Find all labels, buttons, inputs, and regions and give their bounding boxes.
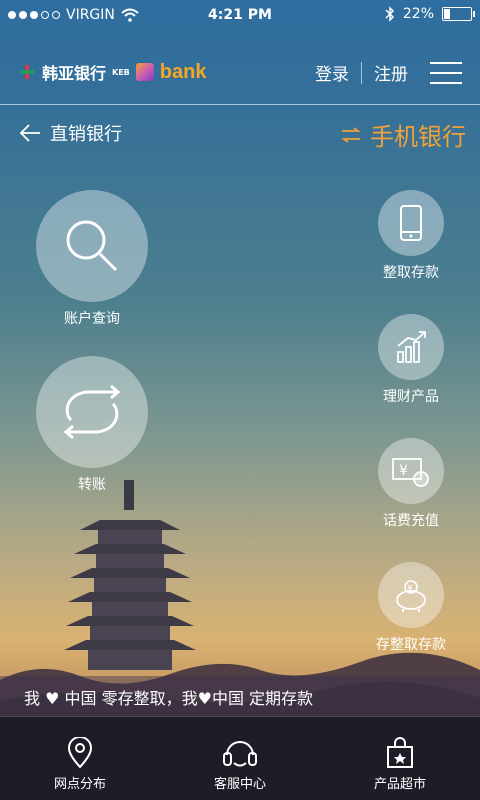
tab-product-market[interactable]: 产品超市 (320, 717, 480, 800)
bluetooth-icon (385, 6, 394, 22)
tab-customer-service[interactable]: 客服中心 (160, 717, 320, 800)
side-action-label: 整取存款 (383, 265, 439, 281)
back-arrow-icon (19, 124, 40, 142)
side-action-button[interactable]: ¥ 话费充值 (366, 438, 456, 530)
side-action-label: 话费充值 (383, 513, 439, 529)
switch-mobile-bank[interactable]: 手机银行 (340, 117, 466, 152)
side-action-circle: ¥ (378, 562, 444, 628)
back-button[interactable]: 直销银行 (18, 120, 122, 146)
side-action-circle: ¥ (378, 438, 444, 504)
brand-name-en: bank (159, 60, 207, 83)
back-label: 直销银行 (50, 124, 122, 145)
location-pin-icon (67, 737, 93, 769)
brand-sub: KEB (112, 67, 130, 77)
status-right: 22% (385, 6, 475, 22)
status-bar: VIRGIN 4:21 PM 22% (0, 0, 480, 32)
side-action-button[interactable]: 整取存款 (366, 190, 456, 282)
switch-label: 手机银行 (370, 123, 466, 151)
transfer-button[interactable]: 转账 (36, 356, 148, 494)
transfer-circle (36, 356, 148, 468)
swap-arrows-icon (341, 126, 361, 143)
side-action-button[interactable]: 理财产品 (366, 314, 456, 406)
header-separator (361, 61, 362, 84)
growth-chart-icon (397, 331, 426, 363)
header-actions: 登录 注册 (315, 60, 462, 85)
shopping-bag-icon (387, 737, 413, 768)
piggy-bank-icon: ¥ (396, 580, 426, 612)
svg-text:¥: ¥ (407, 584, 413, 594)
bottom-tab-bar: 网点分布 客服中心 产品超市 (0, 716, 480, 800)
side-action-circle (378, 314, 444, 380)
brand-mark-icon (19, 64, 35, 80)
tab-label: 客服中心 (213, 777, 266, 792)
account-query-button[interactable]: 账户查询 (36, 190, 148, 328)
brand-name-cn: 韩亚银行 (42, 64, 107, 83)
side-action-circle (378, 190, 444, 256)
search-icon (66, 220, 118, 272)
account-query-label: 账户查询 (64, 311, 120, 327)
app-screen: VIRGIN 4:21 PM 22% 韩亚银行 KEB bank 登录 注册 直… (0, 0, 480, 800)
header-divider (0, 104, 480, 105)
transfer-cycle-icon (63, 384, 121, 440)
headset-icon (223, 741, 257, 767)
brand-cube-icon (135, 63, 154, 81)
register-link[interactable]: 注册 (374, 60, 408, 85)
bill-coin-icon: ¥ (392, 458, 429, 487)
app-header: 韩亚银行 KEB bank 登录 注册 (0, 44, 480, 104)
login-link[interactable]: 登录 (315, 60, 349, 85)
phone-icon (400, 205, 422, 241)
account-query-circle (36, 190, 148, 302)
brand-logo[interactable]: 韩亚银行 KEB bank (18, 60, 206, 84)
side-action-label: 理财产品 (383, 389, 439, 405)
nav-row: 直销银行 手机银行 (0, 112, 480, 156)
battery-percent: 22% (402, 6, 434, 22)
tab-branches[interactable]: 网点分布 (0, 717, 160, 800)
hamburger-icon[interactable] (430, 61, 462, 84)
promo-marquee[interactable]: 我 ♥ 中国 零存整取，我♥中国 定期存款 (0, 676, 480, 714)
battery-icon (442, 7, 475, 21)
tab-label: 网点分布 (53, 777, 106, 792)
tab-label: 产品超市 (373, 777, 426, 792)
svg-text:¥: ¥ (399, 463, 408, 479)
promo-text: 我 ♥ 中国 零存整取，我♥中国 定期存款 (24, 689, 314, 708)
